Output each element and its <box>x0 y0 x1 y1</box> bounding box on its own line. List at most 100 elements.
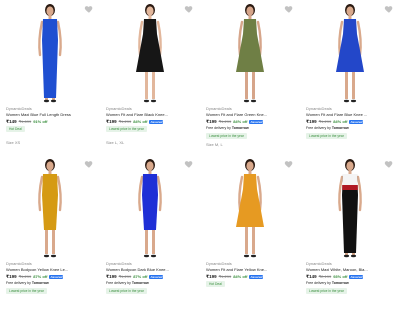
price-row: ₹149 ₹1,699 91% off <box>6 119 47 125</box>
lowest-price-tag: Lowest price in the year <box>106 126 147 132</box>
price-row: ₹199 ₹1,299 84% off Assured <box>306 119 364 125</box>
price-row: ₹199 ₹1,299 87% off Assured <box>6 274 64 280</box>
discount-percent: 87% off <box>133 274 148 279</box>
product-mrp: ₹1,299 <box>118 119 132 124</box>
price-row: ₹199 ₹1,299 84% off Assured <box>206 274 264 280</box>
discount-percent: 84% off <box>233 274 248 279</box>
product-title[interactable]: Women Fit and Flare Yellow Kne... <box>206 267 298 272</box>
delivery-prefix: Free delivery by <box>306 281 331 285</box>
product-card[interactable]: DynamicDeals Women Fit and Flare Green Kn… <box>200 0 300 155</box>
heart-icon[interactable] <box>284 159 294 169</box>
delivery-info: Free delivery by Tomorrow <box>306 126 349 130</box>
product-mrp: ₹1,299 <box>218 274 232 279</box>
heart-icon[interactable] <box>84 4 94 14</box>
assured-badge: Assured <box>249 119 264 124</box>
discount-percent: 84% off <box>133 119 148 124</box>
delivery-day: Tomorrow <box>131 281 149 285</box>
product-price: ₹199 <box>106 274 117 279</box>
assured-badge: Assured <box>149 274 164 279</box>
price-row: ₹149 ₹2,199 93% off Assured <box>306 274 364 280</box>
product-price: ₹199 <box>106 119 117 124</box>
price-row: ₹199 ₹1,299 84% off Assured <box>206 119 264 125</box>
product-title[interactable]: Women Fit and Flare Green Kne... <box>206 112 298 117</box>
assured-badge: Assured <box>49 274 64 279</box>
delivery-day: Tomorrow <box>331 126 349 130</box>
product-title[interactable]: Women Maxi Blue Full Length Dress <box>6 112 98 117</box>
product-title[interactable]: Women Maxi White, Maroon, Bla... <box>306 267 398 272</box>
delivery-prefix: Free delivery by <box>206 126 231 130</box>
discount-percent: 93% off <box>333 274 348 279</box>
product-card[interactable]: DynamicDeals Women Maxi Blue Full Length … <box>0 0 100 155</box>
product-card[interactable]: DynamicDeals Women Fit and Flare Blue Kne… <box>300 0 400 155</box>
product-brand: DynamicDeals <box>106 106 132 111</box>
product-image[interactable] <box>300 155 400 260</box>
delivery-info: Free delivery by Tomorrow <box>206 126 249 130</box>
delivery-day: Tomorrow <box>331 281 349 285</box>
product-card[interactable]: DynamicDeals Women Fit and Flare Yellow K… <box>200 155 300 310</box>
product-title[interactable]: Women Bodycon Dark Blue Knee... <box>106 267 198 272</box>
product-image[interactable] <box>100 155 200 260</box>
product-mrp: ₹1,299 <box>118 274 132 279</box>
assured-badge: Assured <box>349 119 364 124</box>
product-price: ₹199 <box>206 119 217 124</box>
size-info: Size XS <box>6 140 21 145</box>
product-mrp: ₹1,699 <box>18 119 32 124</box>
product-image-area[interactable] <box>200 0 300 105</box>
lowest-price-tag: Lowest price in the year <box>306 288 347 294</box>
product-image-area[interactable] <box>0 155 100 260</box>
heart-icon[interactable] <box>284 4 294 14</box>
product-title[interactable]: Women Fit and Flare Blue Knee ... <box>306 112 398 117</box>
lowest-price-tag: Lowest price in the year <box>106 288 147 294</box>
price-row: ₹199 ₹1,299 84% off Assured <box>106 119 164 125</box>
product-image-area[interactable] <box>300 0 400 105</box>
product-image-area[interactable] <box>300 155 400 260</box>
heart-icon[interactable] <box>384 159 394 169</box>
product-price: ₹149 <box>306 274 317 279</box>
delivery-prefix: Free delivery by <box>6 281 31 285</box>
product-card[interactable]: DynamicDeals Women Maxi White, Maroon, Bl… <box>300 155 400 310</box>
product-image[interactable] <box>100 0 200 105</box>
heart-icon[interactable] <box>84 159 94 169</box>
product-brand: DynamicDeals <box>6 261 32 266</box>
product-price: ₹199 <box>206 274 217 279</box>
delivery-info: Free delivery by Tomorrow <box>6 281 49 285</box>
discount-percent: 84% off <box>233 119 248 124</box>
product-brand: DynamicDeals <box>306 106 332 111</box>
product-mrp: ₹1,299 <box>18 274 32 279</box>
delivery-prefix: Free delivery by <box>106 281 131 285</box>
lowest-price-tag: Lowest price in the year <box>6 288 47 294</box>
assured-badge: Assured <box>349 274 364 279</box>
product-card[interactable]: DynamicDeals Women Bodycon Yellow Knee Le… <box>0 155 100 310</box>
product-title[interactable]: Women Bodycon Yellow Knee Le... <box>6 267 98 272</box>
product-image-area[interactable] <box>100 155 200 260</box>
product-image[interactable] <box>0 0 100 105</box>
assured-badge: Assured <box>149 119 164 124</box>
product-title[interactable]: Women Fit and Flare Black Knee... <box>106 112 198 117</box>
product-brand: DynamicDeals <box>6 106 32 111</box>
product-image-area[interactable] <box>0 0 100 105</box>
product-price: ₹149 <box>6 119 17 124</box>
lowest-price-tag: Lowest price in the year <box>206 133 247 139</box>
delivery-info: Free delivery by Tomorrow <box>106 281 149 285</box>
discount-percent: 87% off <box>33 274 48 279</box>
heart-icon[interactable] <box>184 4 194 14</box>
delivery-day: Tomorrow <box>231 126 249 130</box>
size-info: Size L, XL <box>106 140 125 145</box>
product-card[interactable]: DynamicDeals Women Bodycon Dark Blue Knee… <box>100 155 200 310</box>
heart-icon[interactable] <box>184 159 194 169</box>
discount-percent: 91% off <box>33 119 48 124</box>
lowest-price-tag: Lowest price in the year <box>306 133 347 139</box>
assured-badge: Assured <box>249 274 264 279</box>
product-image[interactable] <box>200 155 300 260</box>
size-info: Size M, L <box>206 142 223 147</box>
delivery-prefix: Free delivery by <box>306 126 331 130</box>
product-image[interactable] <box>300 0 400 105</box>
product-image[interactable] <box>200 0 300 105</box>
heart-icon[interactable] <box>384 4 394 14</box>
product-image-area[interactable] <box>100 0 200 105</box>
product-card[interactable]: DynamicDeals Women Fit and Flare Black Kn… <box>100 0 200 155</box>
product-grid: DynamicDeals Women Maxi Blue Full Length … <box>0 0 400 310</box>
product-image[interactable] <box>0 155 100 260</box>
product-image-area[interactable] <box>200 155 300 260</box>
product-price: ₹199 <box>6 274 17 279</box>
